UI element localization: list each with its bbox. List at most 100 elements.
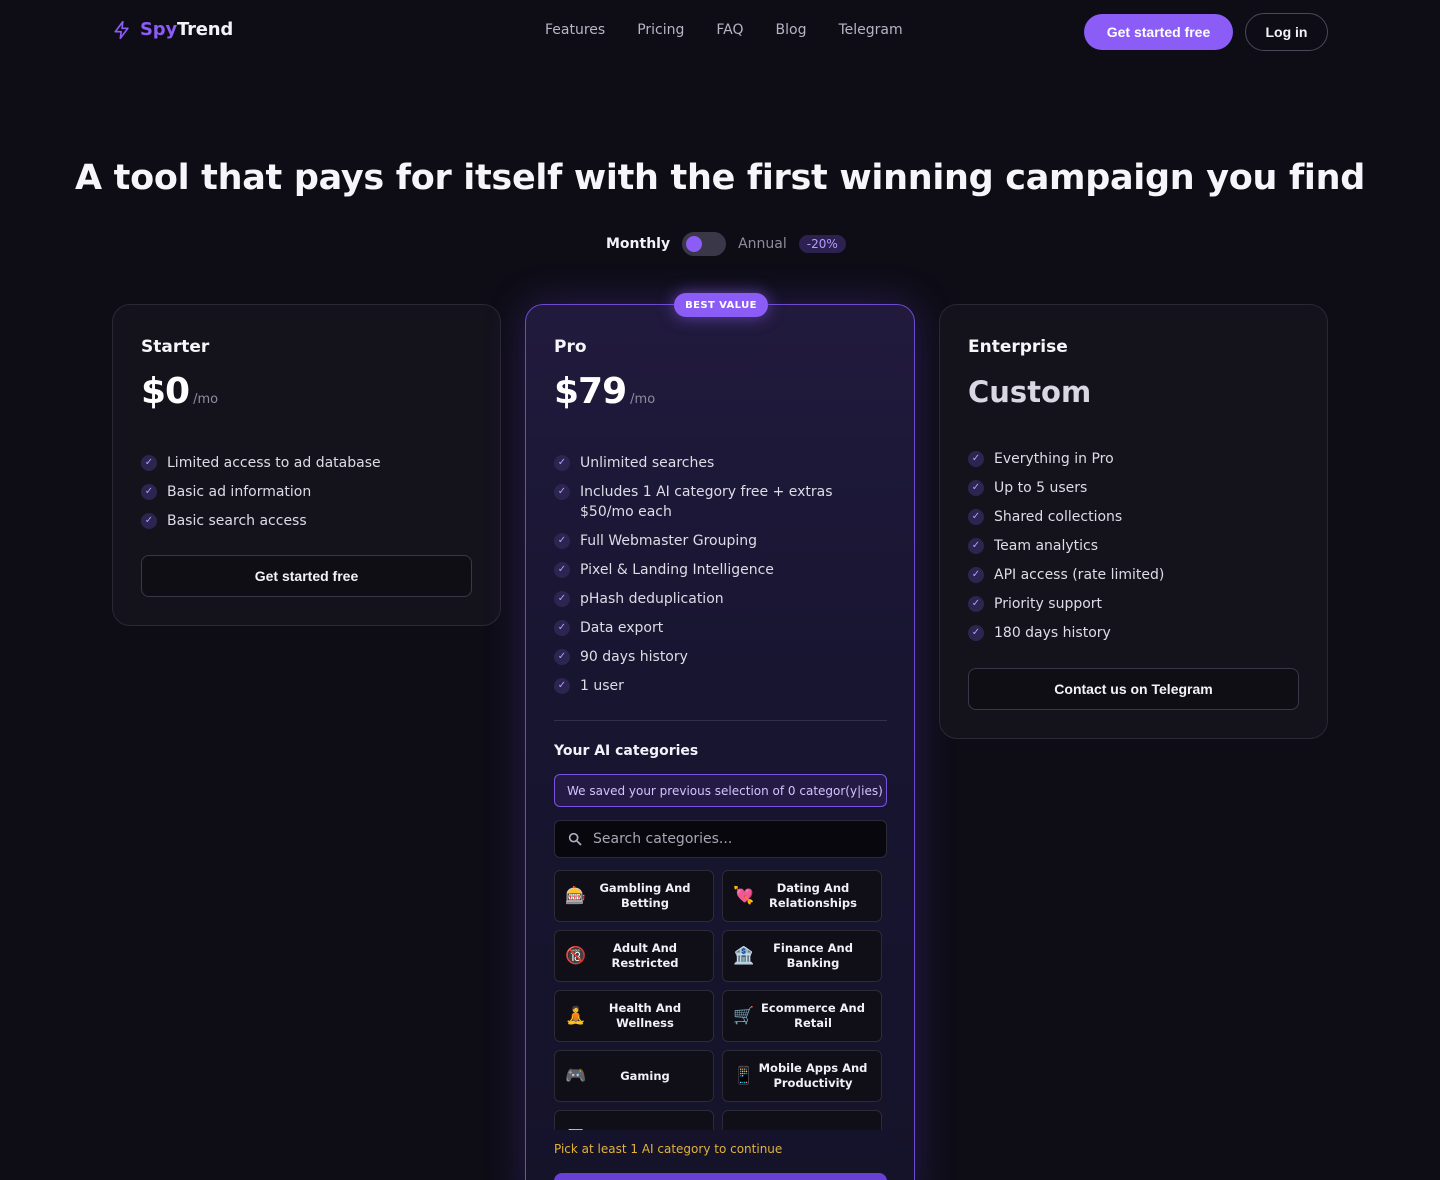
check-icon: ✓ [554,455,570,471]
category-label: Health And Wellness [608,1001,682,1030]
toggle-label-annual[interactable]: Annual [738,236,787,252]
category-gambling[interactable]: 🎰 Gambling And Betting [554,870,714,922]
feature-item: ✓ Data export [554,618,874,638]
check-icon: ✓ [968,451,984,467]
price-value: $0 [141,371,190,412]
feature-item: ✓ 180 days history [968,623,1164,643]
feature-item: ✓ Limited access to ad database [141,453,381,473]
category-mobile-apps[interactable]: 📱 Mobile Apps And Productivity [722,1050,882,1102]
toggle-label-monthly[interactable]: Monthly [606,236,670,252]
nav-link-blog[interactable]: Blog [776,22,807,38]
check-icon: ✓ [968,509,984,525]
category-ecommerce[interactable]: 🛒 Ecommerce And Retail [722,990,882,1042]
category-gaming[interactable]: 🎮 Gaming [554,1050,714,1102]
category-health[interactable]: 🧘 Health And Wellness [554,990,714,1042]
feature-item: ✓ Pixel & Landing Intelligence [554,560,874,580]
get-started-button[interactable]: Get started free [1084,14,1233,50]
check-icon: ✓ [968,625,984,641]
check-icon: ✓ [141,455,157,471]
search-icon [568,832,582,846]
nav-link-pricing[interactable]: Pricing [637,22,684,38]
feature-item: ✓ Includes 1 AI category free + extras $5… [554,482,874,522]
category-label: Gambling And Betting [599,881,691,910]
billing-toggle-row: Monthly Annual -20% [606,232,846,256]
ai-categories-title: Your AI categories [554,743,699,759]
nav-link-features[interactable]: Features [545,22,605,38]
billing-toggle[interactable] [682,232,727,256]
check-icon: ✓ [554,591,570,607]
top-navbar: SpyTrend Features Pricing FAQ Blog Teleg… [0,0,1440,64]
check-icon: ✓ [554,533,570,549]
bolt-icon [114,20,129,39]
price-value: $79 [554,371,627,412]
check-icon: ✓ [554,484,570,500]
feature-item: ✓ pHash deduplication [554,589,874,609]
validation-message: Pick at least 1 AI category to continue [554,1142,783,1156]
check-icon: ✓ [968,596,984,612]
category-grid: 🎰 Gambling And Betting 💘 Dating And Relati… [554,870,887,1130]
starter-get-started-button[interactable]: Get started free [141,555,472,597]
category-label: Dating And Relationships [769,881,857,910]
category-item[interactable]: ▪ [722,1110,882,1130]
feature-item: ✓ Full Webmaster Grouping [554,531,874,551]
category-finance[interactable]: 🏦 Finance And Banking [722,930,882,982]
check-icon: ✓ [554,562,570,578]
plan-card-pro: BEST VALUE Pro $79 /mo ✓ Unlimited search… [525,293,915,1180]
laptop-icon: 💻 [565,1126,587,1130]
category-dating[interactable]: 💘 Dating And Relationships [722,870,882,922]
check-icon: ✓ [554,649,570,665]
nav-links: Features Pricing FAQ Blog Telegram [545,22,903,38]
bank-icon: 🏦 [733,946,755,966]
feature-item: ✓ Up to 5 users [968,478,1164,498]
search-input[interactable] [593,831,873,847]
cart-icon: 🛒 [733,1006,755,1026]
plan-card-starter: Starter $0 /mo ✓ Limited access to ad dat… [112,304,501,626]
check-icon: ✓ [554,678,570,694]
heart-icon: 💘 [733,886,755,906]
plan-price: $79 /mo [554,371,655,412]
feature-list: ✓ Everything in Pro ✓ Up to 5 users ✓ Share… [968,449,1164,643]
category-adult[interactable]: 🔞 Adult And Restricted [554,930,714,982]
nav-link-faq[interactable]: FAQ [716,22,743,38]
category-label: Finance And Banking [773,941,853,970]
feature-list: ✓ Unlimited searches ✓ Includes 1 AI categ… [554,453,874,696]
category-label: Mobile Apps And Productivity [758,1061,868,1090]
feature-list: ✓ Limited access to ad database ✓ Basic ad… [141,453,381,531]
plan-name: Enterprise [968,337,1068,357]
price-period: /mo [193,392,219,407]
saved-selection-note: We saved your previous selection of 0 ca… [554,774,887,807]
nav-link-telegram[interactable]: Telegram [838,22,902,38]
feature-item: ✓ Team analytics [968,536,1164,556]
check-icon: ✓ [554,620,570,636]
feature-item: ✓ Everything in Pro [968,449,1164,469]
continue-button[interactable] [554,1173,887,1180]
category-search[interactable] [554,820,887,858]
logo-text: SpyTrend [140,19,234,40]
contact-telegram-button[interactable]: Contact us on Telegram [968,668,1299,710]
plan-price: Custom [968,375,1092,409]
best-value-badge: BEST VALUE [674,293,768,317]
slot-machine-icon: 🎰 [565,886,587,906]
login-button[interactable]: Log in [1245,13,1328,51]
feature-item: ✓ Priority support [968,594,1164,614]
feature-item: ✓ Unlimited searches [554,453,874,473]
phone-icon: 📱 [733,1066,755,1086]
plan-name: Starter [141,337,210,357]
check-icon: ✓ [141,513,157,529]
feature-item: ✓ Shared collections [968,507,1164,527]
feature-item: ✓ Basic search access [141,511,381,531]
page-title: A tool that pays for itself with the fir… [74,158,1366,198]
check-icon: ✓ [968,567,984,583]
category-label: Ecommerce And Retail [761,1001,865,1030]
discount-badge: -20% [798,235,846,253]
feature-item: ✓ Basic ad information [141,482,381,502]
divider [554,720,887,721]
plan-price: $0 /mo [141,371,218,412]
logo[interactable]: SpyTrend [112,19,233,40]
category-label: Gaming [620,1068,670,1083]
category-item[interactable]: 💻 [554,1110,714,1130]
no-under-18-icon: 🔞 [565,946,587,966]
check-icon: ✓ [968,538,984,554]
price-period: /mo [630,392,656,407]
plan-card-enterprise: Enterprise Custom ✓ Everything in Pro ✓ Up… [939,304,1328,739]
